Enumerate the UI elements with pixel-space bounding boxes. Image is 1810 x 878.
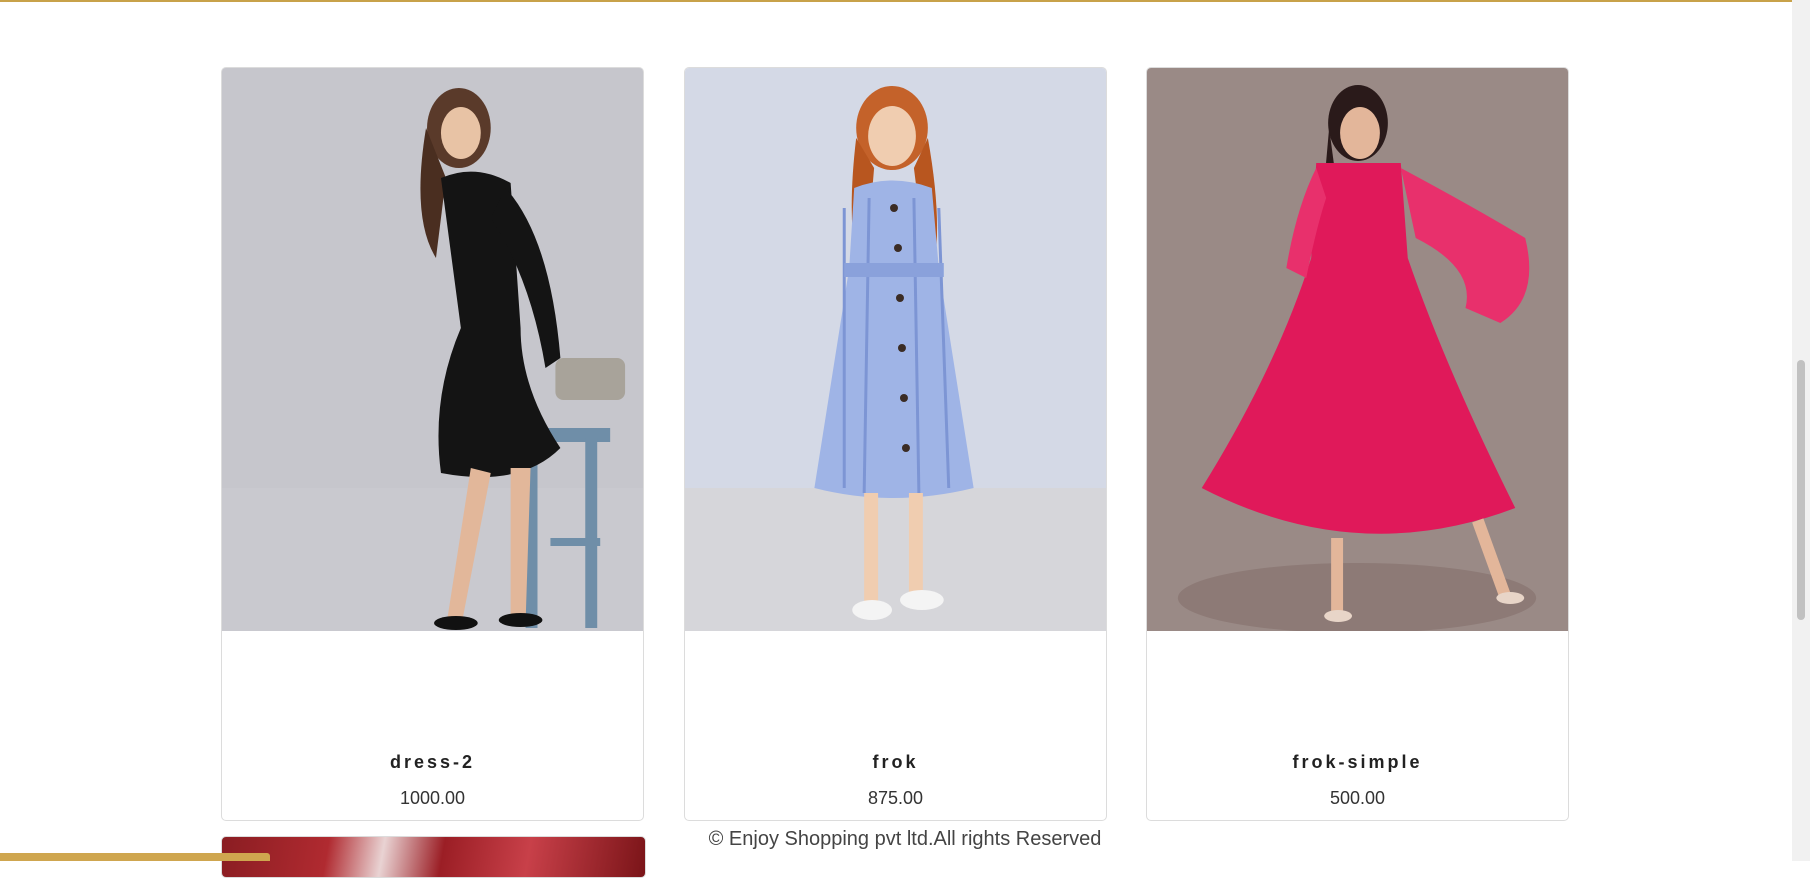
product-name[interactable]: dress-2 [222, 752, 643, 773]
product-name[interactable]: frok-simple [1147, 752, 1568, 773]
product-price: 1000.00 [399, 788, 466, 808]
top-divider [0, 0, 1806, 2]
bottom-bar[interactable] [0, 853, 270, 861]
product-image-frok[interactable] [685, 68, 1106, 631]
product-image-frok-simple[interactable] [1147, 68, 1568, 631]
product-name[interactable]: frok [685, 752, 1106, 773]
product-price: 875.00 [867, 788, 924, 808]
product-card-dress-2[interactable]: dress-2 1000.00 [221, 67, 644, 821]
page-scrollbar[interactable] [1792, 0, 1810, 861]
product-card-frok[interactable]: frok 875.00 [684, 67, 1107, 821]
footer-copyright: © Enjoy Shopping pvt ltd.All rights Rese… [708, 828, 1102, 850]
product-image-dress-2[interactable] [222, 68, 643, 631]
scrollbar-thumb[interactable] [1797, 360, 1805, 620]
product-card-frok-simple[interactable]: frok-simple 500.00 [1146, 67, 1569, 821]
product-price: 500.00 [1329, 788, 1386, 808]
